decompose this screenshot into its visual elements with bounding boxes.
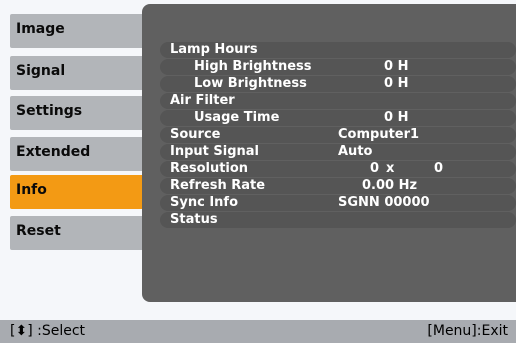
select-hint: [⬍] :Select <box>10 323 86 339</box>
row-sync-info: Sync Info SGNN 00000 <box>160 195 516 211</box>
tab-reset[interactable]: Reset <box>10 216 148 250</box>
row-lamp-hours: Lamp Hours <box>160 42 516 58</box>
tab-extended[interactable]: Extended <box>10 137 148 171</box>
status-label: Status <box>170 212 218 227</box>
low-brightness-value: 0 H <box>384 76 409 91</box>
menu-tabs: Image Signal Settings Extended Info Rese… <box>0 0 150 320</box>
row-low-brightness: Low Brightness 0 H <box>160 76 516 92</box>
tab-info[interactable]: Info <box>10 175 148 209</box>
usage-time-value: 0 H <box>384 110 409 125</box>
resolution-height: 0 <box>434 161 444 176</box>
row-high-brightness: High Brightness 0 H <box>160 59 516 75</box>
resolution-label: Resolution <box>170 161 249 176</box>
info-list: Lamp Hours High Brightness 0 H Low Brigh… <box>160 42 516 229</box>
row-resolution: Resolution 0 x 0 <box>160 161 516 177</box>
high-brightness-value: 0 H <box>384 59 409 74</box>
source-value: Computer1 <box>338 127 420 142</box>
row-status: Status <box>160 212 516 228</box>
tab-image[interactable]: Image <box>10 14 148 48</box>
row-usage-time: Usage Time 0 H <box>160 110 516 126</box>
refresh-rate-value: 0.00 Hz <box>362 178 418 193</box>
refresh-rate-label: Refresh Rate <box>170 178 266 193</box>
tab-settings[interactable]: Settings <box>10 96 148 130</box>
high-brightness-label: High Brightness <box>194 59 312 74</box>
footer-bar: [⬍] :Select [Menu]:Exit <box>0 320 516 343</box>
row-source: Source Computer1 <box>160 127 516 143</box>
row-air-filter: Air Filter <box>160 93 516 109</box>
sync-info-label: Sync Info <box>170 195 239 210</box>
input-signal-label: Input Signal <box>170 144 260 159</box>
lamp-hours-label: Lamp Hours <box>170 42 258 57</box>
air-filter-label: Air Filter <box>170 93 235 108</box>
usage-time-label: Usage Time <box>194 110 280 125</box>
tab-signal[interactable]: Signal <box>10 56 148 90</box>
resolution-separator: x <box>386 161 395 176</box>
exit-hint: [Menu]:Exit <box>427 323 508 339</box>
input-signal-value: Auto <box>338 144 373 159</box>
sync-info-value: SGNN 00000 <box>338 195 430 210</box>
row-input-signal: Input Signal Auto <box>160 144 516 160</box>
low-brightness-label: Low Brightness <box>194 76 307 91</box>
resolution-width: 0 <box>370 161 380 176</box>
row-refresh-rate: Refresh Rate 0.00 Hz <box>160 178 516 194</box>
source-label: Source <box>170 127 221 142</box>
